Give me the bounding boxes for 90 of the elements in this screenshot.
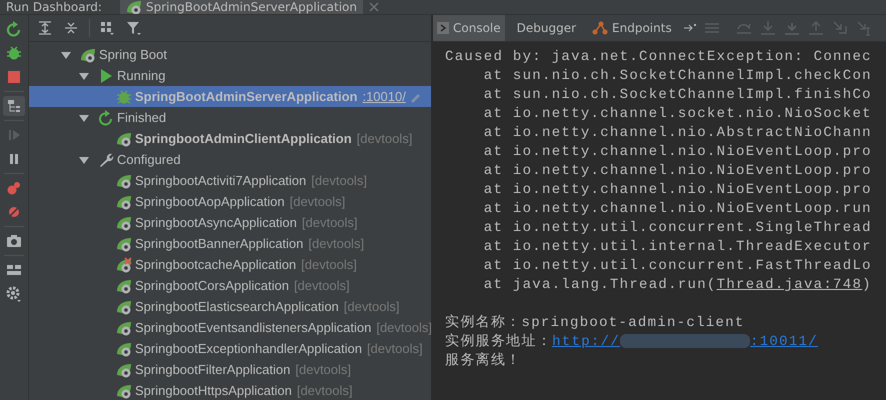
group-label[interactable]: Configured (117, 152, 181, 167)
wrench-icon (98, 152, 114, 168)
devtools-tag: [devtools] (311, 173, 367, 188)
expanded-arrow-icon[interactable] (79, 154, 89, 164)
url-link[interactable]: http:// :10011/ (552, 334, 818, 350)
app-name[interactable]: SpringbootAsyncApplication (135, 215, 297, 230)
app-name[interactable]: SpringbootCorsApplication (135, 278, 289, 293)
tree-view-icon[interactable] (6, 98, 22, 114)
console-message: 实例服务地址： (445, 334, 552, 350)
close-icon[interactable] (368, 2, 379, 12)
app-name[interactable]: SpringbootAdminClientApplication (135, 131, 352, 146)
run-tab[interactable]: SpringBootAdminServerApplication (120, 0, 363, 14)
bug-icon (116, 88, 132, 104)
console-tab[interactable]: Endpoints (588, 15, 676, 41)
app-name[interactable]: SpringbootHttpsApplication (135, 383, 292, 398)
bug-icon[interactable] (6, 45, 22, 61)
muted-breakpoint-icon[interactable] (6, 204, 22, 220)
expanded-arrow-icon[interactable] (61, 50, 71, 60)
filter-icon[interactable] (126, 20, 142, 36)
devtools-tag: [devtools] (301, 257, 357, 272)
endpoints-icon (592, 21, 608, 35)
spring-leaf-icon (80, 46, 96, 62)
console-icon (437, 22, 449, 34)
stop-icon[interactable] (6, 69, 22, 85)
devtools-tag: [devtools] (366, 341, 423, 356)
spring-leaf-error-icon (116, 256, 132, 272)
expanded-arrow-icon[interactable] (79, 70, 89, 80)
spring-leaf-icon (116, 194, 132, 210)
spring-leaf-icon (116, 236, 132, 252)
expanded-arrow-icon[interactable] (79, 112, 89, 122)
devtools-tag: [devtools] (296, 383, 352, 398)
console-line: at io.netty.channel.nio.AbstractNioChann (482, 124, 873, 143)
console-line: at io.netty.channel.nio.NioEventLoop.pro (482, 143, 873, 162)
panel-title: Run Dashboard: (5, 0, 103, 14)
group-label[interactable]: Spring Boot (99, 47, 167, 62)
app-name[interactable]: SpringbootActiviti7Application (135, 173, 306, 188)
app-name[interactable]: SpringbootEventsandlistenersApplication (135, 320, 372, 335)
devtools-tag: [devtools] (302, 215, 358, 230)
console-line: Caused by: java.net.ConnectException: Connec (445, 48, 873, 67)
app-name[interactable]: SpringbootElasticsearchApplication (135, 299, 339, 314)
console-tab[interactable]: Debugger (512, 15, 580, 41)
group-icon[interactable] (100, 20, 116, 36)
spring-leaf-icon (116, 320, 132, 336)
app-name[interactable]: SpringbootExceptionhandlerApplication (135, 341, 362, 356)
devtools-tag: [devtools] (376, 320, 431, 335)
console-message: 实例名称：springboot-admin-client (445, 314, 746, 333)
devtools-tag: [devtools] (308, 236, 364, 251)
play-icon (98, 68, 114, 84)
console-line: at sun.nio.ch.SocketChannelImpl.checkCon (482, 67, 873, 86)
console-line: at io.netty.channel.socket.nio.NioSocket (482, 105, 873, 124)
devtools-tag: [devtools] (344, 299, 400, 314)
settings-icon[interactable] (6, 286, 22, 302)
app-name[interactable]: SpringbootBannerApplication (135, 236, 304, 251)
source-link[interactable]: Thread.java:748 (716, 277, 862, 293)
spring-leaf-icon (116, 340, 132, 356)
console-line: at io.netty.util.concurrent.FastThreadLo (482, 257, 873, 276)
breakpoints-icon[interactable] (6, 180, 22, 196)
devtools-tag: [devtools] (290, 194, 346, 209)
console-line: at java.lang.Thread.run( (482, 277, 717, 293)
pin-arrow-icon[interactable] (684, 23, 696, 33)
camera-icon[interactable] (6, 233, 22, 249)
devtools-tag: [devtools] (295, 362, 352, 377)
console-tab[interactable]: Console (433, 15, 505, 41)
layout-icon[interactable] (6, 262, 22, 278)
spring-leaf-icon (116, 172, 132, 188)
console-line: at io.netty.util.concurrent.SingleThread (482, 219, 873, 238)
console-line: ) (862, 277, 872, 293)
spring-leaf-icon (116, 298, 132, 314)
group-label[interactable]: Finished (117, 110, 166, 125)
group-label[interactable]: Running (117, 68, 166, 83)
console-line: at io.netty.channel.nio.NioEventLoop.pro (482, 181, 873, 200)
app-name[interactable]: SpringbootFilterApplication (135, 362, 290, 377)
devtools-tag: [devtools] (356, 131, 412, 146)
console-line: at io.netty.channel.nio.NioEventLoop.pro (482, 162, 873, 181)
app-name[interactable]: SpringbootAopApplication (135, 194, 285, 209)
spring-leaf-icon (116, 278, 132, 294)
expand-all-icon[interactable] (37, 20, 53, 36)
console-line: at io.netty.channel.nio.NioEventLoop.run (482, 200, 873, 219)
devtools-tag: [devtools] (294, 278, 350, 293)
spring-leaf-icon (116, 130, 132, 146)
spring-leaf-icon (116, 362, 132, 378)
console-message: 服务离线！ (445, 352, 522, 371)
console-line: at io.netty.util.internal.ThreadExecutor (482, 238, 873, 257)
rerun-icon (98, 110, 114, 126)
spring-leaf-icon (116, 214, 132, 230)
console-line: at sun.nio.ch.SocketChannelImpl.finishCo (482, 86, 873, 105)
rerun-icon[interactable] (6, 21, 22, 37)
spring-leaf-icon (116, 382, 132, 398)
collapse-all-icon[interactable] (63, 20, 79, 36)
app-name[interactable]: SpringbootcacheApplication (135, 257, 296, 272)
